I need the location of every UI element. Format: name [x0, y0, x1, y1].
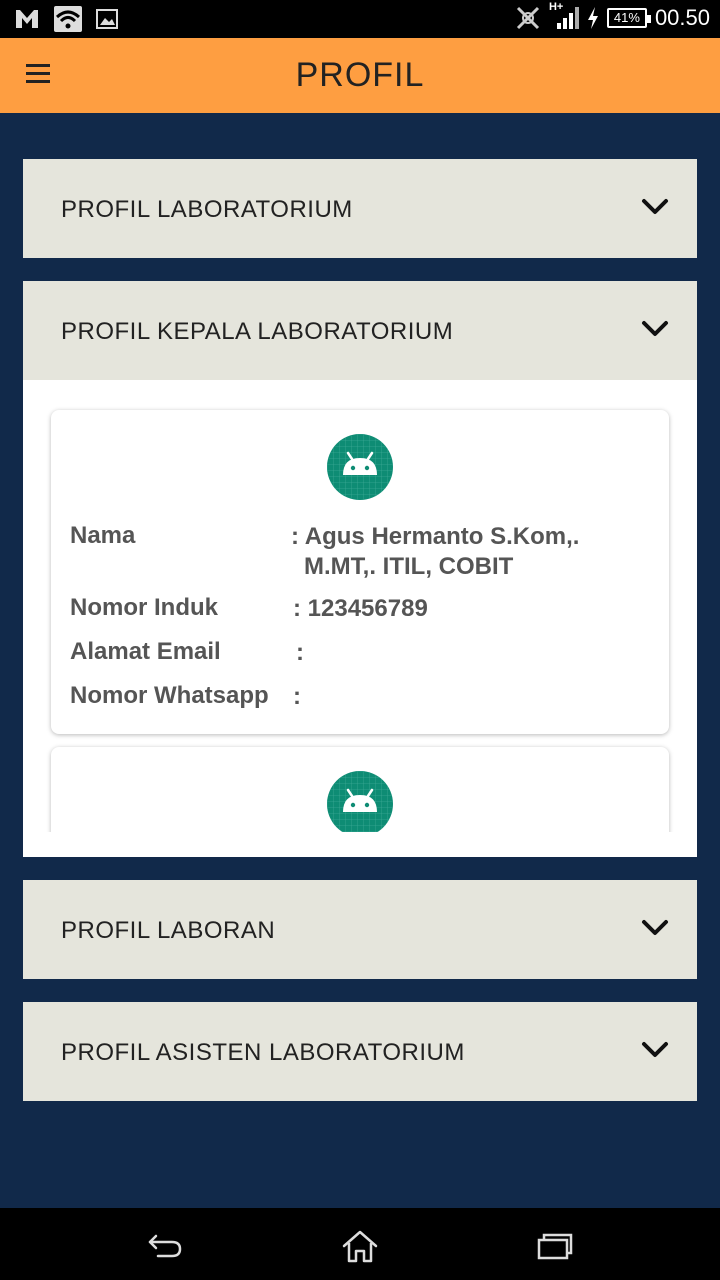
field-value: :: [293, 683, 301, 710]
field-label: Nomor Whatsapp: [70, 682, 269, 709]
chevron-down-icon: [642, 920, 668, 935]
field-label: Nama: [70, 522, 136, 549]
section-profil-laboran[interactable]: PROFIL LABORAN: [23, 880, 697, 979]
nfc-off-icon: [516, 6, 539, 30]
navigation-bar: [0, 1208, 720, 1280]
page-title: PROFIL: [295, 56, 425, 94]
section-label: PROFIL ASISTEN LABORATORIUM: [61, 1039, 465, 1066]
signal-icon: H+: [549, 1, 579, 31]
clock: 00.50: [654, 5, 710, 30]
profile-list[interactable]: Nama : Agus Hermanto S.Kom,. M.MT,. ITIL…: [23, 380, 697, 832]
section-label: PROFIL LABORATORIUM: [61, 196, 353, 223]
section-label: PROFIL KEPALA LABORATORIUM: [61, 318, 454, 345]
back-icon[interactable]: [146, 1228, 186, 1264]
field-label: Nomor Induk: [70, 594, 218, 621]
profile-card: Nama : Agus Hermanto S.Kom,. M.MT,. ITIL…: [51, 410, 669, 734]
charging-icon: [587, 7, 598, 29]
chevron-down-icon: [642, 321, 668, 336]
section-profil-asisten-laboratorium[interactable]: PROFIL ASISTEN LABORATORIUM: [23, 1002, 697, 1101]
app-notification-icon: [16, 10, 38, 28]
chevron-down-icon: [642, 199, 668, 214]
recents-icon[interactable]: [535, 1228, 575, 1264]
image-notification-icon: [96, 9, 118, 29]
wifi-icon: [54, 6, 82, 32]
android-icon: [327, 434, 393, 500]
status-bar: H+ 41% 00.50: [0, 0, 720, 38]
profile-card: [51, 747, 669, 832]
section-profil-kepala-laboratorium[interactable]: PROFIL KEPALA LABORATORIUM: [23, 281, 697, 380]
app-bar: PROFIL: [0, 38, 720, 113]
battery-indicator: 41%: [606, 8, 651, 28]
android-icon: [327, 771, 393, 832]
field-value: : Agus Hermanto S.Kom,. M.MT,. ITIL, COB…: [291, 523, 580, 580]
chevron-down-icon: [642, 1042, 668, 1057]
kepala-laboratorium-content: Nama : Agus Hermanto S.Kom,. M.MT,. ITIL…: [23, 380, 697, 857]
home-icon[interactable]: [340, 1228, 380, 1264]
field-label: Alamat Email: [70, 638, 221, 665]
field-value: :: [296, 639, 304, 666]
section-profil-laboratorium[interactable]: PROFIL LABORATORIUM: [23, 159, 697, 258]
section-label: PROFIL LABORAN: [61, 917, 276, 944]
field-value: : 123456789: [293, 595, 428, 622]
